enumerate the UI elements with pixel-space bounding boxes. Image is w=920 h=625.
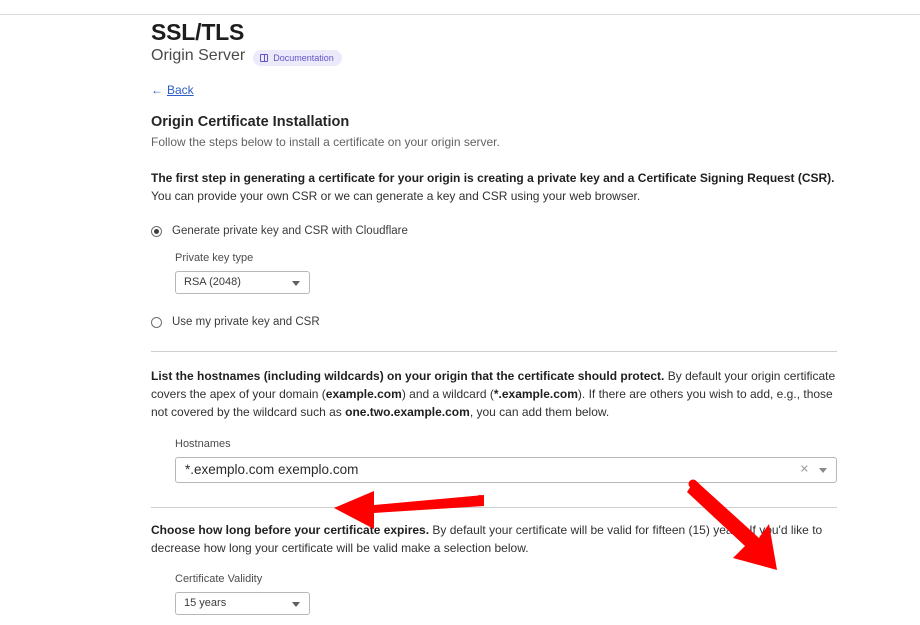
back-link-label: Back (167, 83, 194, 97)
chevron-down-icon (292, 280, 300, 286)
divider-hostnames (151, 351, 837, 352)
hostnames-input[interactable]: *.exemplo.com exemplo.com ✕ (175, 457, 837, 483)
back-arrow-icon: ← (151, 83, 163, 97)
private-key-type-value: RSA (2048) (184, 276, 241, 288)
certificate-validity-field: Certificate Validity 15 years (175, 573, 837, 615)
section-subtitle: Follow the steps below to install a cert… (151, 135, 500, 149)
radio-generate-icon[interactable] (151, 226, 162, 237)
subtitle-row: Origin Server Documentation (151, 46, 837, 66)
radio-generate-label: Generate private key and CSR with Cloudf… (172, 225, 408, 237)
certificate-validity-select[interactable]: 15 years (175, 592, 310, 615)
clear-x-icon[interactable]: ✕ (800, 464, 809, 476)
divider-validity (151, 507, 837, 508)
hostnames-paragraph: List the hostnames (including wildcards)… (151, 367, 837, 421)
validity-bold-lead: Choose how long before your certificate … (151, 523, 430, 537)
page-subtitle: Origin Server (151, 47, 246, 64)
page-root: SSL/TLS Origin Server Documentation ← Ba… (0, 0, 920, 625)
documentation-badge[interactable]: Documentation (253, 50, 342, 66)
private-key-type-select[interactable]: RSA (2048) (175, 271, 310, 294)
step1-bold-lead: The first step in generating a certifica… (151, 171, 835, 185)
validity-chevron-down-icon (292, 601, 300, 607)
hostnames-field: Hostnames *.exemplo.com exemplo.com ✕ (175, 438, 837, 483)
page-title: SSL/TLS (151, 19, 245, 45)
key-generation-options: Generate private key and CSR with Cloudf… (151, 224, 837, 329)
hostnames-text-d: , you can add them below. (469, 405, 610, 419)
private-key-type-label: Private key type (175, 252, 254, 264)
certificate-validity-value: 15 years (184, 597, 227, 609)
hostnames-bold-lead: List the hostnames (including wildcards)… (151, 369, 665, 383)
radio-use-own-icon[interactable] (151, 317, 162, 328)
certificate-validity-label: Certificate Validity (175, 573, 263, 585)
section-title: Origin Certificate Installation (151, 114, 350, 130)
main-content: SSL/TLS Origin Server Documentation ← Ba… (151, 14, 837, 625)
hostnames-chevron-down-icon[interactable] (819, 468, 827, 473)
hostnames-input-value: *.exemplo.com exemplo.com (185, 462, 359, 477)
documentation-badge-label: Documentation (273, 53, 334, 63)
radio-use-own-key[interactable]: Use my private key and CSR (151, 315, 837, 329)
radio-use-own-label: Use my private key and CSR (172, 316, 320, 328)
private-key-type-field: Private key type RSA (2048) (175, 252, 837, 294)
hostnames-bold-b: *.example.com (493, 387, 578, 401)
book-icon (260, 54, 269, 62)
radio-generate-with-cloudflare[interactable]: Generate private key and CSR with Cloudf… (151, 224, 837, 238)
hostnames-bold-c: one.two.example.com (345, 405, 470, 419)
hostnames-text-b: ) and a wildcard ( (401, 387, 494, 401)
back-link[interactable]: ← Back (151, 83, 194, 97)
step1-rest: You can provide your own CSR or we can g… (151, 189, 641, 203)
step1-paragraph: The first step in generating a certifica… (151, 169, 837, 205)
hostnames-bold-a: example.com (325, 387, 402, 401)
hostnames-label: Hostnames (175, 438, 231, 450)
validity-paragraph: Choose how long before your certificate … (151, 521, 837, 557)
